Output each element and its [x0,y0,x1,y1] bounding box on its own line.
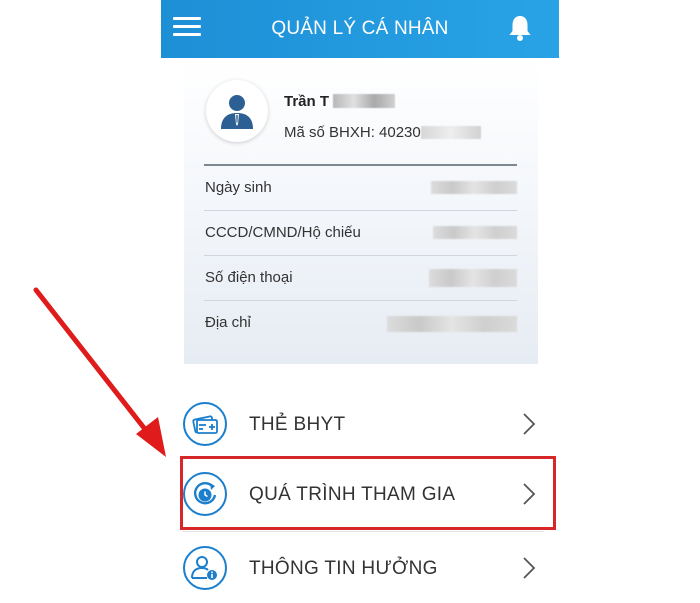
red-arrow-icon [33,287,166,457]
